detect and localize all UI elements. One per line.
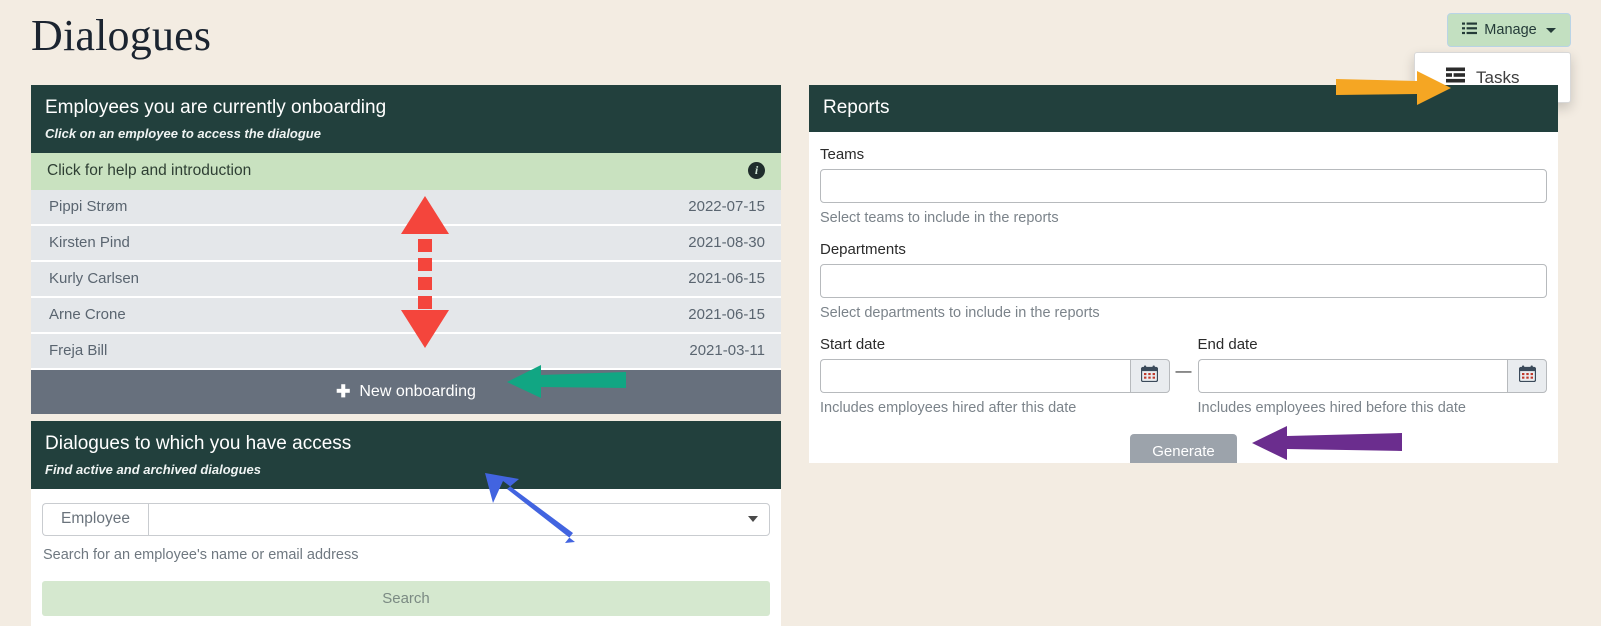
departments-field-block: Departments Select departments to includ… — [820, 241, 1547, 321]
new-onboarding-button[interactable]: ✚ New onboarding — [31, 369, 781, 414]
generate-button[interactable]: Generate — [1130, 433, 1237, 463]
search-button[interactable]: Search — [42, 580, 770, 616]
departments-help: Select departments to include in the rep… — [820, 304, 1100, 321]
reports-card-body: Teams Select teams to include in the rep… — [809, 132, 1558, 463]
new-onboarding-label: New onboarding — [359, 382, 476, 400]
teams-field-block: Teams Select teams to include in the rep… — [820, 146, 1547, 226]
start-date-group — [820, 358, 1170, 393]
employee-name: Kurly Carlsen — [49, 269, 140, 287]
employee-name: Arne Crone — [49, 305, 126, 323]
table-row[interactable]: Kurly Carlsen 2021-06-15 — [31, 261, 781, 298]
end-date-input[interactable] — [1197, 358, 1507, 393]
teams-help: Select teams to include in the reports — [820, 209, 1059, 226]
manage-menu-wrapper: Manage Tasks — [1414, 13, 1571, 103]
calendar-icon — [1140, 365, 1159, 387]
end-date-help: Includes employees hired before this dat… — [1197, 399, 1466, 416]
employee-date: 2021-08-30 — [688, 233, 765, 251]
reports-card-header: Reports — [809, 85, 1558, 132]
info-icon[interactable]: i — [748, 162, 765, 180]
onboarding-card: Employees you are currently onboarding C… — [31, 85, 781, 414]
page-title: Dialogues — [31, 11, 212, 60]
start-date-label: Start date — [820, 335, 886, 353]
employee-name: Kirsten Pind — [49, 233, 130, 251]
employee-select-field[interactable] — [148, 502, 770, 536]
employee-date: 2022-07-15 — [688, 197, 765, 215]
start-date-calendar-button[interactable] — [1129, 358, 1170, 393]
onboarding-card-subtitle: Click on an employee to access the dialo… — [45, 125, 321, 141]
employee-search-help: Search for an employee's name or email a… — [43, 546, 359, 563]
dialogues-access-body: Employee Search for an employee's name o… — [31, 489, 781, 626]
generate-button-wrapper: Generate — [820, 433, 1547, 463]
manage-button-label: Manage — [1484, 22, 1537, 38]
departments-input[interactable] — [820, 263, 1547, 298]
employee-name: Pippi Strøm — [49, 197, 128, 215]
onboarding-card-header: Employees you are currently onboarding C… — [31, 85, 781, 153]
end-date-group — [1197, 358, 1547, 393]
chevron-down-icon — [1545, 27, 1556, 33]
list-icon — [1462, 22, 1478, 39]
reports-card-title: Reports — [823, 97, 890, 118]
dialogues-access-title: Dialogues to which you have access — [45, 433, 352, 454]
employee-name: Freja Bill — [49, 341, 108, 359]
help-introduction-row[interactable]: Click for help and introduction i — [31, 152, 781, 190]
teams-label: Teams — [820, 145, 865, 163]
help-introduction-label: Click for help and introduction — [47, 161, 252, 179]
employee-list: Pippi Strøm 2022-07-15 Kirsten Pind 2021… — [31, 189, 781, 370]
employee-date: 2021-06-15 — [688, 305, 765, 323]
end-date-block: End date Includes employees hired before… — [1197, 335, 1547, 416]
employee-date: 2021-06-15 — [688, 269, 765, 287]
employee-search-group: Employee — [42, 502, 770, 536]
start-date-input[interactable] — [820, 358, 1130, 393]
dialogues-access-header: Dialogues to which you have access Find … — [31, 421, 781, 489]
employee-date: 2021-03-11 — [689, 341, 765, 359]
table-row[interactable]: Arne Crone 2021-06-15 — [31, 297, 781, 334]
dialogues-access-card: Dialogues to which you have access Find … — [31, 421, 781, 626]
date-range-separator: — — [1175, 362, 1192, 380]
page-root: Dialogues Manage Tasks Employees you are… — [0, 0, 1601, 626]
start-date-block: Start date Includes employees hired afte… — [820, 336, 1170, 416]
employee-field-prefix-label: Employee — [42, 502, 148, 536]
departments-label: Departments — [820, 240, 906, 258]
chevron-down-icon — [748, 516, 758, 523]
table-row[interactable]: Freja Bill 2021-03-11 — [31, 333, 781, 370]
start-date-help: Includes employees hired after this date — [820, 399, 1077, 416]
end-date-label: End date — [1197, 335, 1258, 353]
plus-icon: ✚ — [336, 381, 351, 401]
teams-input[interactable] — [820, 168, 1547, 203]
onboarding-card-title: Employees you are currently onboarding — [45, 97, 387, 118]
end-date-calendar-button[interactable] — [1507, 358, 1547, 393]
date-range-row: Start date Includes employees hired afte… — [820, 336, 1547, 416]
table-row[interactable]: Pippi Strøm 2022-07-15 — [31, 189, 781, 226]
calendar-icon — [1518, 365, 1536, 387]
table-row[interactable]: Kirsten Pind 2021-08-30 — [31, 225, 781, 262]
dialogues-access-subtitle: Find active and archived dialogues — [45, 461, 262, 477]
manage-button[interactable]: Manage — [1447, 13, 1571, 47]
reports-card: Reports Teams Select teams to include in… — [809, 85, 1558, 463]
